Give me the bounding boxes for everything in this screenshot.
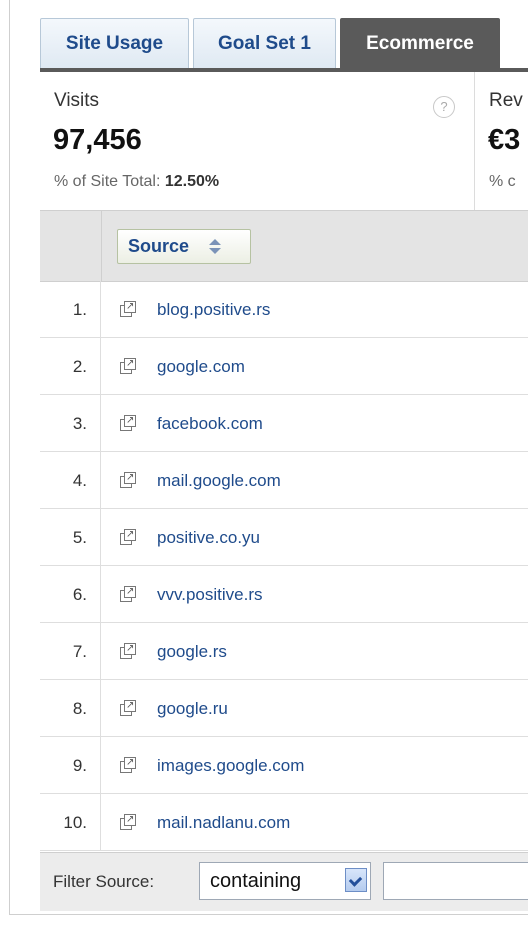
table-row: 7. ↗ google.rs: [40, 623, 528, 680]
metric-revenue-label: Rev: [489, 90, 523, 111]
filter-mode-value: containing: [210, 870, 302, 892]
source-link[interactable]: google.ru: [157, 680, 228, 737]
source-link[interactable]: google.com: [157, 338, 245, 395]
row-number: 6.: [40, 566, 101, 623]
filter-bar: Filter Source: containing: [40, 852, 528, 911]
row-number: 10.: [40, 794, 101, 851]
source-column-label: Source: [128, 236, 190, 256]
metric-visits-site-total: % of Site Total: 12.50%: [54, 173, 219, 191]
row-number: 2.: [40, 338, 101, 395]
help-icon[interactable]: ?: [433, 96, 455, 118]
external-link-icon[interactable]: ↗: [120, 415, 136, 431]
tab-bar: Site Usage Goal Set 1 Ecommerce: [40, 18, 504, 70]
chevron-down-icon[interactable]: [345, 868, 367, 892]
table-row: 8. ↗ google.ru: [40, 680, 528, 737]
source-link[interactable]: mail.nadlanu.com: [157, 794, 290, 851]
row-number: 4.: [40, 452, 101, 509]
source-column-button[interactable]: Source: [117, 229, 251, 264]
filter-label: Filter Source:: [53, 872, 155, 891]
table-row: 4. ↗ mail.google.com: [40, 452, 528, 509]
tab-goal-set-1[interactable]: Goal Set 1: [193, 18, 336, 68]
tab-site-usage[interactable]: Site Usage: [40, 18, 189, 68]
filter-mode-select[interactable]: containing: [199, 862, 371, 900]
metric-revenue-value: €3: [488, 124, 521, 156]
metric-visits-value: 97,456: [53, 124, 142, 156]
table-header: Source: [40, 210, 528, 282]
site-total-value: 12.50%: [164, 173, 220, 190]
site-total-label: % of Site Total:: [54, 173, 165, 190]
table-row: 6. ↗ vvv.positive.rs: [40, 566, 528, 623]
row-number: 8.: [40, 680, 101, 737]
row-number: 7.: [40, 623, 101, 680]
table-row: 5. ↗ positive.co.yu: [40, 509, 528, 566]
external-link-icon[interactable]: ↗: [120, 700, 136, 716]
row-number: 9.: [40, 737, 101, 794]
source-link[interactable]: vvv.positive.rs: [157, 566, 263, 623]
table-row: 9. ↗ images.google.com: [40, 737, 528, 794]
row-number: 1.: [40, 281, 101, 338]
metric-visits: Visits ? 97,456 % of Site Total: 12.50%: [40, 72, 475, 210]
source-link[interactable]: google.rs: [157, 623, 227, 680]
external-link-icon[interactable]: ↗: [120, 472, 136, 488]
external-link-icon[interactable]: ↗: [120, 757, 136, 773]
source-link[interactable]: positive.co.yu: [157, 509, 260, 566]
source-link[interactable]: facebook.com: [157, 395, 263, 452]
tab-ecommerce[interactable]: Ecommerce: [340, 18, 500, 68]
metric-visits-label: Visits: [54, 90, 100, 111]
row-number: 5.: [40, 509, 101, 566]
source-link[interactable]: blog.positive.rs: [157, 281, 270, 338]
sort-icon[interactable]: [207, 238, 223, 256]
table-body: 1. ↗ blog.positive.rs 2. ↗ google.com 3. ↗ faceb…: [40, 281, 528, 851]
external-link-icon[interactable]: ↗: [120, 529, 136, 545]
table-row: 10. ↗ mail.nadlanu.com: [40, 794, 528, 851]
table-row: 3. ↗ facebook.com: [40, 395, 528, 452]
table-row: 2. ↗ google.com: [40, 338, 528, 395]
table-row: 1. ↗ blog.positive.rs: [40, 281, 528, 338]
filter-input[interactable]: [383, 862, 528, 900]
row-number: 3.: [40, 395, 101, 452]
metric-revenue: Rev €3 % c: [476, 72, 528, 210]
source-link[interactable]: mail.google.com: [157, 452, 281, 509]
external-link-icon[interactable]: ↗: [120, 586, 136, 602]
external-link-icon[interactable]: ↗: [120, 301, 136, 317]
external-link-icon[interactable]: ↗: [120, 643, 136, 659]
external-link-icon[interactable]: ↗: [120, 814, 136, 830]
row-number-header: [40, 211, 102, 281]
external-link-icon[interactable]: ↗: [120, 358, 136, 374]
source-link[interactable]: images.google.com: [157, 737, 304, 794]
metric-revenue-site-total: % c: [489, 173, 516, 190]
